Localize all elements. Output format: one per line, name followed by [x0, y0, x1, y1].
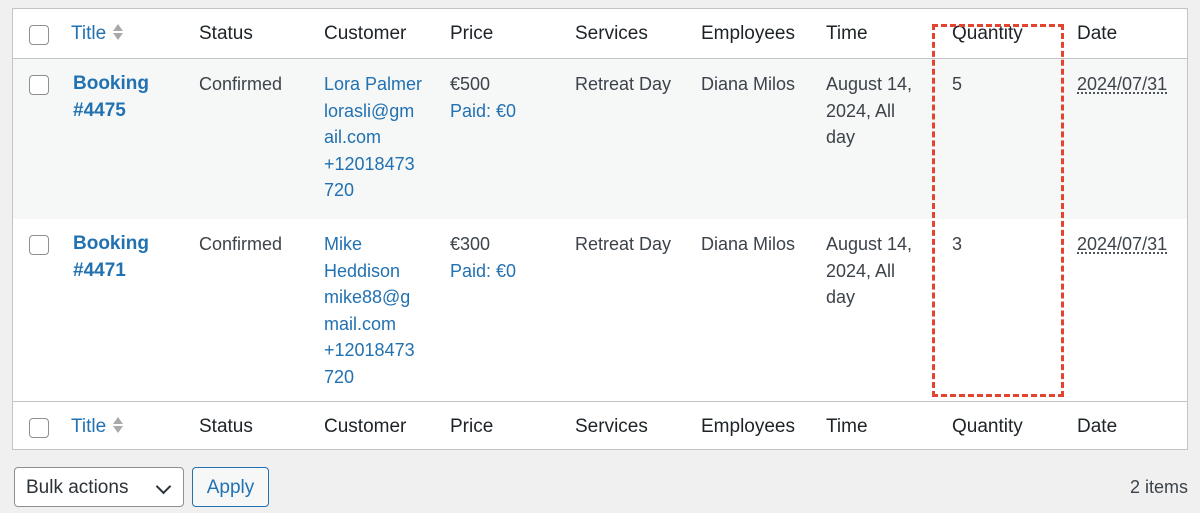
price-cell: €500 Paid: €0: [450, 71, 516, 124]
table-row: Booking #4471 Confirmed Mike Heddison mi…: [13, 219, 1187, 401]
services-value: Retreat Day: [575, 234, 672, 254]
customer-email-link[interactable]: mike88@g: [324, 284, 415, 311]
customer-name-link[interactable]: Mike: [324, 231, 415, 258]
table-footer-row: Title Status Customer Price Services Emp…: [13, 401, 1187, 450]
sort-arrows-icon[interactable]: [112, 22, 124, 42]
status-value: Confirmed: [199, 234, 283, 254]
column-header-quantity: Quantity: [952, 23, 1023, 44]
column-header-date: Date: [1077, 23, 1118, 44]
row-checkbox[interactable]: [29, 235, 49, 255]
column-footer-date: Date: [1077, 416, 1118, 437]
bookings-table: Title Status Customer Price Services Emp…: [12, 8, 1188, 450]
services-value: Retreat Day: [575, 74, 672, 94]
customer-cell[interactable]: Mike Heddison mike88@g mail.com +1201847…: [324, 231, 415, 390]
time-line: August 14,: [826, 234, 913, 254]
time-cell: August 14, 2024, All day: [826, 231, 912, 311]
customer-phone-link[interactable]: 720: [324, 177, 422, 204]
column-footer-customer: Customer: [324, 416, 407, 437]
paid-link[interactable]: Paid: €0: [450, 98, 516, 125]
customer-name-link[interactable]: Lora Palmer: [324, 71, 422, 98]
paid-link[interactable]: Paid: €0: [450, 258, 516, 285]
employees-value: Diana Milos: [701, 234, 796, 254]
booking-number[interactable]: #4475: [73, 98, 149, 125]
column-footer-time: Time: [826, 416, 868, 437]
price-value: €500: [450, 74, 491, 94]
customer-phone-link[interactable]: +12018473: [324, 337, 415, 364]
bulk-actions-label: Bulk actions: [26, 477, 129, 498]
select-all-checkbox[interactable]: [29, 25, 49, 45]
row-checkbox[interactable]: [29, 75, 49, 95]
customer-name-link[interactable]: Heddison: [324, 258, 415, 285]
title-sort-link[interactable]: Title: [71, 23, 106, 44]
customer-cell[interactable]: Lora Palmer lorasli@gm ail.com +12018473…: [324, 71, 422, 204]
column-header-services: Services: [575, 23, 648, 44]
quantity-value: 3: [952, 234, 963, 254]
chevron-down-icon: [155, 478, 172, 495]
column-header-price: Price: [450, 23, 494, 44]
column-footer-title[interactable]: Title: [71, 414, 124, 441]
date-value: 2024/07/31: [1077, 74, 1168, 94]
select-all-checkbox[interactable]: [29, 418, 49, 438]
booking-title-line[interactable]: Booking: [73, 231, 149, 258]
time-cell: August 14, 2024, All day: [826, 71, 912, 151]
table-row: Booking #4475 Confirmed Lora Palmer lora…: [13, 59, 1187, 219]
time-line: day: [826, 127, 856, 147]
booking-number[interactable]: #4471: [73, 258, 149, 285]
column-header-customer: Customer: [324, 23, 407, 44]
column-header-time: Time: [826, 23, 868, 44]
column-footer-services: Services: [575, 416, 648, 437]
quantity-value: 5: [952, 74, 963, 94]
customer-phone-link[interactable]: 720: [324, 364, 415, 391]
booking-title-link[interactable]: Booking #4475: [73, 71, 149, 124]
price-cell: €300 Paid: €0: [450, 231, 516, 284]
time-line: August 14,: [826, 74, 913, 94]
apply-button[interactable]: Apply: [192, 467, 269, 507]
items-count: 2 items: [1129, 477, 1188, 497]
column-footer-quantity: Quantity: [952, 416, 1023, 437]
bulk-actions-select[interactable]: Bulk actions: [14, 467, 184, 507]
title-sort-link[interactable]: Title: [71, 416, 106, 437]
employees-value: Diana Milos: [701, 74, 796, 94]
price-value: €300: [450, 234, 491, 254]
customer-email-link[interactable]: mail.com: [324, 311, 415, 338]
booking-title-line[interactable]: Booking: [73, 71, 149, 98]
table-header-row: Title Status Customer Price Services Emp…: [13, 9, 1187, 59]
column-header-status: Status: [199, 23, 253, 44]
column-footer-status: Status: [199, 416, 253, 437]
customer-email-link[interactable]: lorasli@gm: [324, 98, 422, 125]
sort-arrows-icon[interactable]: [112, 415, 124, 435]
column-footer-employees: Employees: [701, 416, 795, 437]
column-header-title[interactable]: Title: [71, 21, 124, 48]
time-line: 2024, All: [826, 260, 896, 281]
column-footer-price: Price: [450, 416, 494, 437]
status-value: Confirmed: [199, 74, 283, 94]
customer-phone-link[interactable]: +12018473: [324, 151, 422, 178]
date-value: 2024/07/31: [1077, 234, 1168, 254]
column-header-employees: Employees: [701, 23, 795, 44]
booking-title-link[interactable]: Booking #4471: [73, 231, 149, 284]
time-line: 2024, All: [826, 100, 896, 121]
time-line: day: [826, 287, 856, 307]
customer-email-link[interactable]: ail.com: [324, 124, 422, 151]
